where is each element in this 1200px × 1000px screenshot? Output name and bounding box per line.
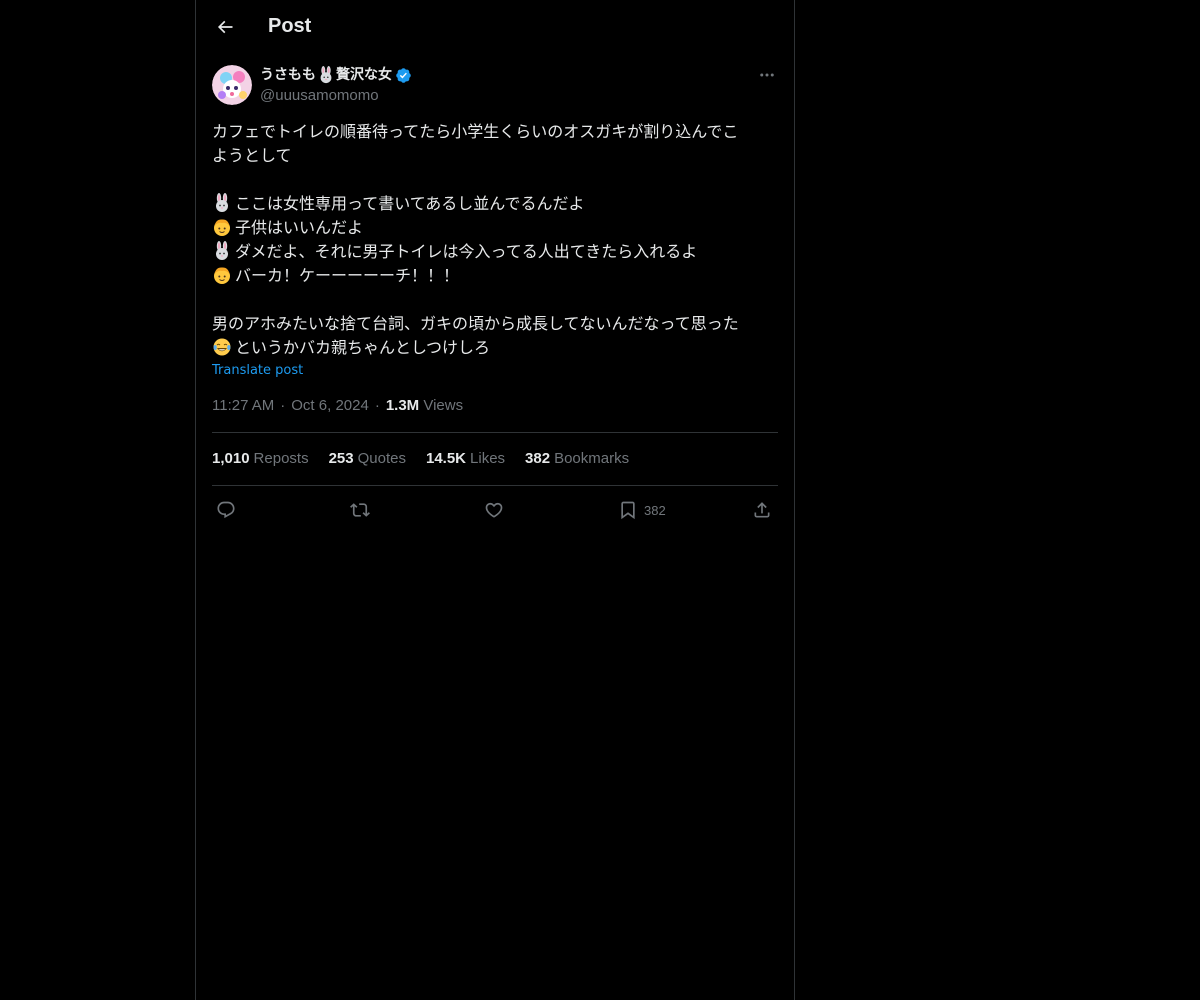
translate-post-link[interactable]: Translate post [212,362,303,380]
more-options-button[interactable] [756,64,778,86]
quotes-count: 253 [328,450,354,467]
like-button[interactable] [484,496,504,524]
post-date[interactable]: Oct 6, 2024 [291,397,369,414]
post-text-line-content: ここは女性専用って書いてあるし並んでるんだよ [235,194,585,213]
display-name-part1: うさもも [260,67,316,83]
avatar[interactable] [212,65,252,105]
post-column: Post うさもも 贅沢な女 @uuusamomomo カフェでトイレの順番待っ… [195,0,795,1000]
engagement-stats: 1,010 Reposts 253 Quotes 14.5K Likes 382 Boo… [212,449,649,469]
likes-count: 14.5K [425,450,467,467]
post-text-line: ここは女性専用って書いてあるし並んでるんだよ [212,192,778,216]
post-text-line: ダメだよ、それに男子トイレは今入ってる人出てきたら入れるよ [212,240,778,264]
back-arrow-icon [217,20,233,34]
rabbit-icon [212,193,232,213]
avatar-image [212,65,252,105]
quotes-stat[interactable]: 253 Quotes [329,449,406,469]
more-dots-icon [760,73,774,77]
post-text: カフェでトイレの順番待ってたら小学生くらいのオスガキが割り込んでこ ようとしてここ… [212,120,778,360]
views-label: Views [423,397,464,414]
action-bar: 382 [212,496,778,524]
reposts-count: 1,010 [212,450,250,467]
post-text-line: 男のアホみたいな捨て台詞、ガキの頃から成長してないんだなって思った [212,312,778,336]
post-text-line: ようとして [212,144,778,168]
rabbit-icon [320,66,332,84]
post-text-line-content: 男のアホみたいな捨て台詞、ガキの頃から成長してないんだなって思った [212,314,739,333]
boy-icon [212,265,232,285]
tears-of-joy-icon [212,337,232,357]
reposts-stat[interactable]: 1,010 Reposts [212,449,309,469]
repost-icon [350,503,370,517]
quotes-label: Quotes [357,450,406,467]
post-text-line-content: カフェでトイレの順番待ってたら小学生くらいのオスガキが割り込んでこ [212,122,739,141]
meta-separator: · [374,397,380,414]
heart-icon [485,502,503,518]
post-text-line: バーカ！ケーーーーーチ！！！ [212,264,778,288]
share-button[interactable] [752,496,772,524]
display-name-part2: 贅沢な女 [336,67,392,83]
bookmarks-stat[interactable]: 382 Bookmarks [525,449,629,469]
header: Post [196,0,794,53]
reposts-label: Reposts [253,450,309,467]
meta-separator: · [280,397,286,414]
page-title: Post [268,15,312,37]
post-text-line-content: ようとして [212,146,292,165]
post-meta: 11:27 AM · Oct 6, 2024 · 1.3M Views [212,396,463,416]
boy-icon [212,217,232,237]
likes-label: Likes [470,450,506,467]
reply-button[interactable] [216,496,236,524]
post-text-line: カフェでトイレの順番待ってたら小学生くらいのオスガキが割り込んでこ [212,120,778,144]
post-text-line-content: バーカ！ケーーーーーチ！！！ [235,266,460,285]
post-text-line: というかバカ親ちゃんとしつけしろ [212,336,778,360]
rabbit-icon [212,241,232,261]
post-text-line-content: 子供はいいんだよ [235,218,364,237]
post-time[interactable]: 11:27 AM [212,397,274,414]
repost-button[interactable] [350,496,370,524]
likes-stat[interactable]: 14.5K Likes [426,449,505,469]
user-handle[interactable]: @uuusamomomo [260,86,379,106]
author-block: うさもも 贅沢な女 @uuusamomomo [212,64,778,108]
post-text-line: 子供はいいんだよ [212,216,778,240]
verified-badge-icon [396,67,411,83]
display-name-row[interactable]: うさもも 贅沢な女 [260,65,412,85]
divider [212,432,778,433]
bookmark-button[interactable]: 382 [618,496,666,524]
divider [212,485,778,486]
bookmarks-count: 382 [525,450,551,467]
views-count: 1.3M [385,397,420,414]
back-button[interactable] [208,10,242,44]
share-icon [754,502,770,518]
post-text-line-content: というかバカ親ちゃんとしつけしろ [235,338,491,357]
bookmark-icon [621,501,635,520]
post-text-line [212,168,778,192]
bookmarks-label: Bookmarks [554,450,630,467]
post-text-line-content: ダメだよ、それに男子トイレは今入ってる人出てきたら入れるよ [235,242,698,261]
bookmark-count: 382 [644,502,666,518]
post-text-line [212,288,778,312]
reply-icon [217,501,235,519]
